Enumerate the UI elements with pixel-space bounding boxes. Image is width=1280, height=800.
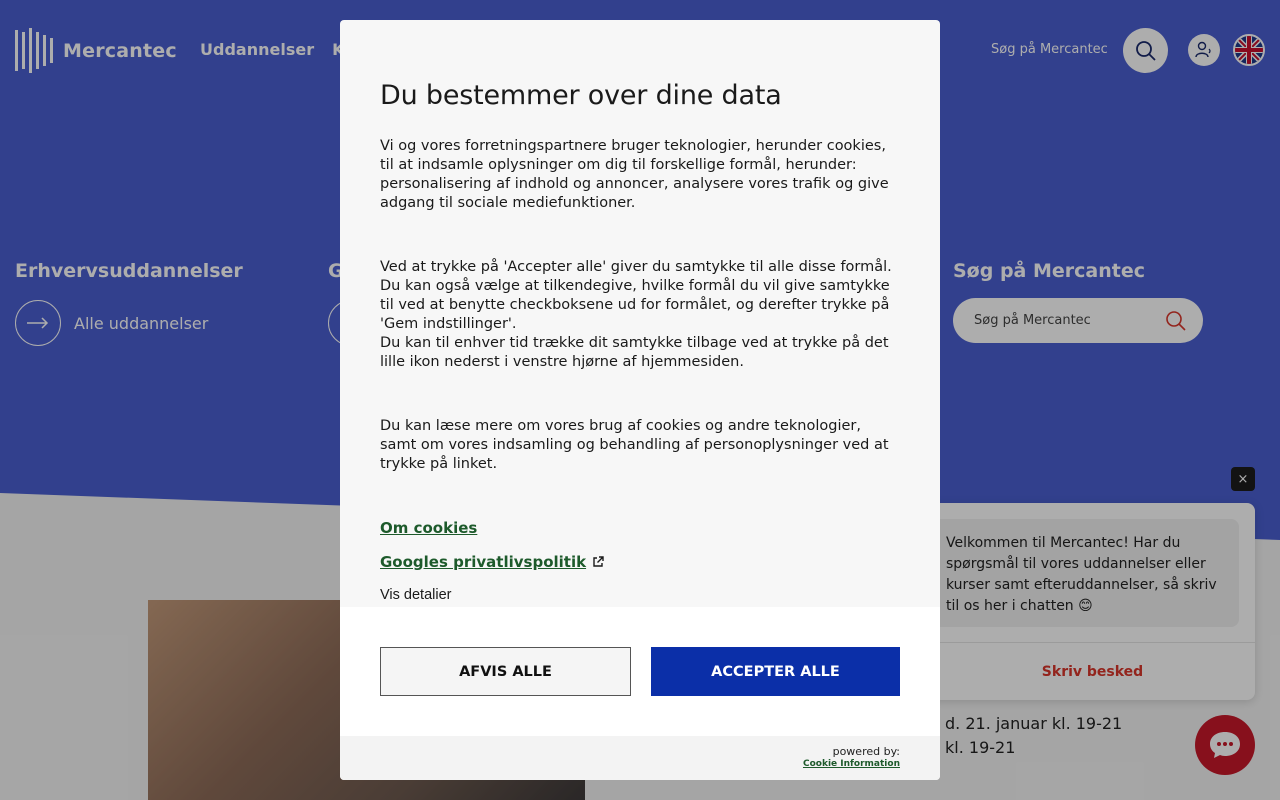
google-privacy-link[interactable]: Googles privatlivspolitik [380,553,900,571]
cookie-intro-text: Vi og vores forretningspartnere bruger t… [380,138,889,211]
powered-by-label: powered by: [832,745,900,758]
cookie-dialog-footer: powered by: Cookie Information [340,736,940,780]
cookie-consent-text: Ved at trykke på 'Accepter alle' giver d… [380,258,900,372]
cookie-dialog-actions: AFVIS ALLE ACCEPTER ALLE [340,607,940,736]
show-details-toggle[interactable]: Vis detalier [380,587,900,603]
cookie-consent-text-b: Du kan til enhver tid trække dit samtykk… [380,335,889,370]
google-privacy-label: Googles privatlivspolitik [380,553,587,571]
reject-all-button[interactable]: AFVIS ALLE [380,647,631,696]
cookie-consent-text-a: Ved at trykke på 'Accepter alle' giver d… [380,259,892,332]
cookie-readmore-text: Du kan læse mere om vores brug af cookie… [380,418,889,472]
cookie-information-link[interactable]: Cookie Information [803,759,900,769]
accept-all-button[interactable]: ACCEPTER ALLE [651,647,900,696]
cookie-consent-dialog: Du bestemmer over dine data Vi og vores … [340,20,940,780]
cookie-dialog-title: Du bestemmer over dine data [380,80,782,111]
external-link-icon [593,556,604,567]
powered-by: powered by: Cookie Information [803,745,900,769]
about-cookies-link[interactable]: Om cookies [380,519,900,537]
cookie-dialog-body[interactable]: Du bestemmer over dine data Vi og vores … [340,20,940,607]
